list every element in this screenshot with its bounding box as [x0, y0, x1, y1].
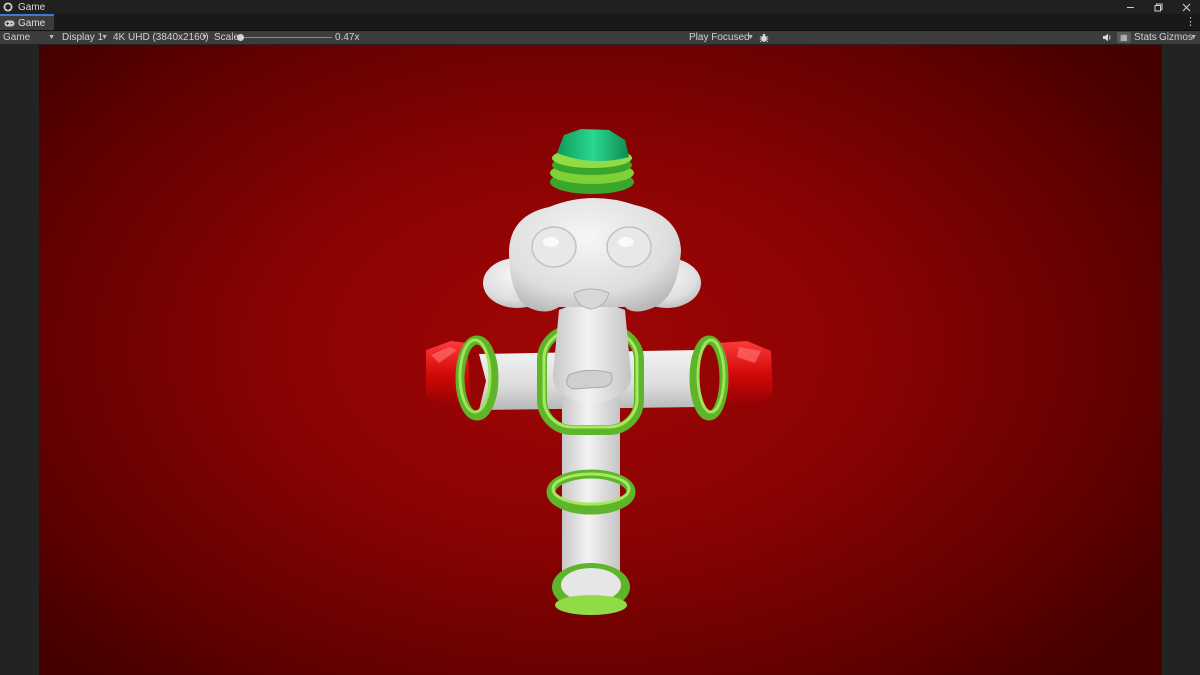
gizmos-label: Gizmos [1159, 32, 1193, 43]
minimize-button[interactable] [1116, 0, 1144, 14]
unity-logo-icon [3, 2, 13, 12]
scale-slider-thumb[interactable] [237, 34, 244, 41]
green-ring-right [689, 335, 729, 421]
green-ring-bottom [552, 563, 630, 615]
bug-icon [759, 33, 769, 42]
view-mode-dropdown[interactable]: Game ▼ [3, 31, 55, 44]
chevron-down-icon: ▼ [1190, 34, 1197, 41]
restore-icon [1154, 3, 1162, 11]
game-toolbar: Game ▼ Display 1 ▼ 4K UHD (3840x2160) ▼ … [0, 31, 1200, 45]
chevron-down-icon: ▼ [747, 34, 754, 41]
gamepad-icon [4, 20, 15, 26]
viewport-letterbox-right [1162, 45, 1200, 675]
scale-slider-track[interactable] [240, 37, 332, 38]
chevron-down-icon: ▼ [101, 34, 108, 41]
game-viewport[interactable] [39, 45, 1162, 675]
green-top-cap [550, 129, 634, 194]
monkey-mouth [566, 369, 613, 390]
close-button[interactable] [1172, 0, 1200, 14]
play-mode-dropdown[interactable]: Play Focused ▼ [689, 31, 754, 44]
monkey-head [483, 197, 701, 312]
close-icon [1182, 3, 1190, 11]
kebab-menu-icon[interactable]: ⋮ [1185, 16, 1196, 28]
viewport-letterbox-left [0, 45, 39, 675]
tab-strip: Game ⋮ [0, 14, 1200, 31]
window-title: Game [18, 1, 46, 13]
tab-game[interactable]: Game [0, 14, 54, 30]
tab-label: Game [18, 17, 46, 29]
display-dropdown[interactable]: Display 1 ▼ [62, 31, 108, 44]
restore-button[interactable] [1144, 0, 1172, 14]
scale-value: 0.47x [335, 32, 360, 43]
speaker-icon [1103, 33, 1111, 42]
game-scene-render [426, 129, 773, 615]
frame-debugger-button[interactable] [759, 31, 769, 44]
resolution-dropdown[interactable]: 4K UHD (3840x2160) ▼ [113, 31, 209, 44]
view-mode-label: Game [3, 32, 31, 43]
gizmos-dropdown[interactable]: Gizmos ▼ [1159, 31, 1197, 44]
chevron-down-icon: ▼ [201, 34, 208, 41]
monkey-snout [552, 302, 632, 405]
audio-toggle[interactable] [1102, 31, 1112, 44]
display-label: Display 1 [62, 32, 104, 43]
stats-button[interactable]: Stats [1134, 31, 1157, 44]
play-mode-label: Play Focused [689, 32, 750, 43]
window-controls [1116, 0, 1200, 14]
title-bar: Game [0, 0, 1200, 14]
grid-icon: ▦ [1117, 32, 1131, 43]
chevron-down-icon: ▼ [48, 34, 55, 41]
resolution-label: 4K UHD (3840x2160) [113, 32, 209, 43]
grid-toggle[interactable]: ▦ [1117, 31, 1131, 44]
minimize-icon [1126, 6, 1134, 8]
scale-label: Scale [214, 32, 240, 43]
